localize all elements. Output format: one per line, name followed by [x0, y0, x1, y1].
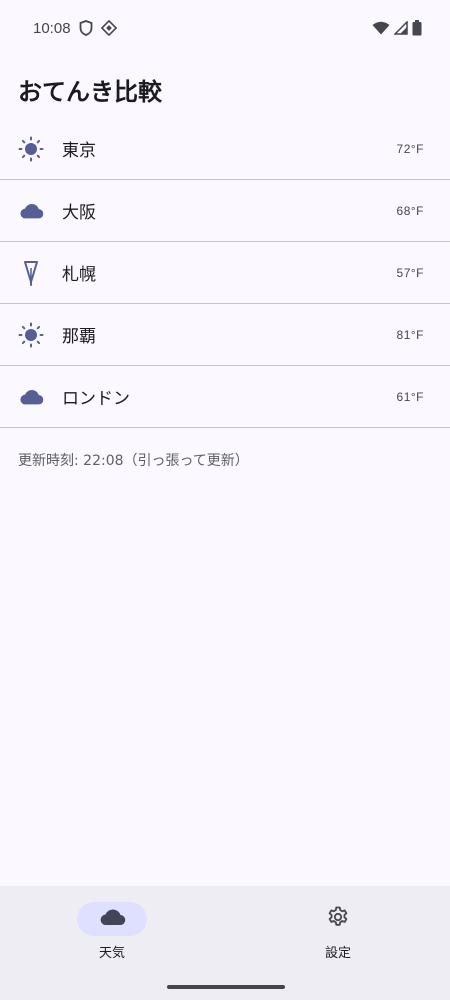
city-name: 大阪	[62, 203, 96, 223]
status-bar: 10:08	[0, 0, 450, 56]
nav-item-weather[interactable]: 天気	[52, 902, 172, 972]
city-temp: 72°F	[396, 141, 424, 156]
nav-label-settings: 設定	[324, 946, 351, 961]
status-time: 10:08	[33, 19, 71, 37]
nav-label-weather: 天気	[98, 946, 125, 961]
nav-selected-indicator	[77, 902, 147, 936]
gear-icon	[326, 905, 350, 933]
city-name: ロンドン	[62, 389, 130, 409]
status-right	[372, 20, 422, 36]
list-item-city-3[interactable]: 那覇 81°F	[0, 304, 450, 366]
cloud-icon	[18, 384, 44, 410]
umbrella-icon	[18, 260, 44, 286]
list-item-city-2[interactable]: 札幌 57°F	[0, 242, 450, 304]
sun-icon	[18, 136, 44, 162]
city-name: 東京	[62, 141, 96, 161]
bottom-nav: 天気 設定	[0, 886, 450, 1000]
nav-item-settings[interactable]: 設定	[278, 902, 398, 972]
sun-icon	[18, 322, 44, 348]
city-name: 那覇	[62, 327, 96, 347]
city-list[interactable]: 東京 72°F 大阪 68°F 札幌 57°F 那覇 81°F ロンドン 61°…	[0, 118, 450, 428]
city-temp: 81°F	[396, 327, 424, 342]
battery-icon	[412, 20, 422, 36]
last-updated-text: 更新時刻: 22:08（引っ張って更新）	[18, 453, 249, 469]
status-left: 10:08	[33, 20, 117, 37]
list-item-city-1[interactable]: 大阪 68°F	[0, 180, 450, 242]
city-temp: 57°F	[396, 265, 424, 280]
wifi-icon	[372, 21, 390, 35]
cloud-icon	[98, 907, 126, 931]
city-name: 札幌	[62, 265, 96, 285]
nav-icon-container	[303, 902, 373, 936]
home-indicator[interactable]	[167, 985, 285, 989]
shield-icon	[79, 20, 93, 36]
page-title: おてんき比較	[18, 78, 162, 106]
list-item-city-0[interactable]: 東京 72°F	[0, 118, 450, 180]
city-temp: 68°F	[396, 203, 424, 218]
cell-signal-icon	[394, 21, 408, 35]
cloud-icon	[18, 198, 44, 224]
city-temp: 61°F	[396, 389, 424, 404]
list-item-city-4[interactable]: ロンドン 61°F	[0, 366, 450, 428]
sync-icon	[100, 20, 117, 36]
